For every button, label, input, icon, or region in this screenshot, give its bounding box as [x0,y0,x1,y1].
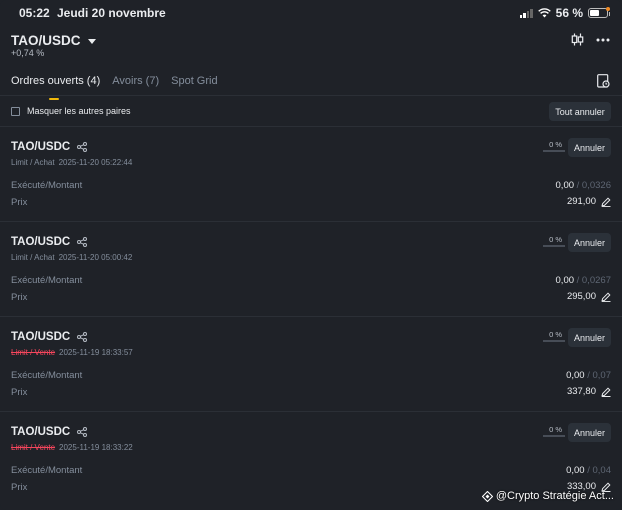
order-fill-percent: 0 % [549,235,562,244]
order-symbol: TAO/USDC [11,426,71,438]
status-date: Jeudi 20 novembre [57,6,166,20]
app-frame: 05:22 Jeudi 20 novembre 56 % TAO/USDC +0… [0,0,622,510]
order-fill-percent: 0 % [549,330,562,339]
order-datetime: 2025-11-20 05:00:42 [58,253,133,262]
hide-other-pairs-checkbox[interactable] [11,106,20,116]
watermark: @Crypto Stratégie Act... [481,490,614,502]
order-fill-bar [543,245,565,247]
share-icon[interactable] [77,332,88,342]
more-icon[interactable] [596,38,610,42]
executed-amount-label: Exécuté/Montant [11,465,83,476]
share-icon[interactable] [77,142,88,152]
watermark-text: @Crypto Stratégie Act... [495,490,614,502]
signal-icon [519,8,533,18]
caret-down-icon [87,38,96,44]
battery-percent: 56 % [555,6,583,20]
pair-title: TAO/USDC [11,33,81,48]
order-tabs: Ordres ouverts (4) Avoirs (7) Spot Grid [11,75,218,100]
cancel-order-button[interactable]: Annuler [568,138,611,157]
order-symbol: TAO/USDC [11,236,71,248]
order-datetime: 2025-11-19 18:33:22 [59,443,133,452]
executed-amount-label: Exécuté/Montant [11,370,83,381]
price-value: 337,80 [566,386,596,397]
price-value: 291,00 [566,196,596,207]
order-fill-bar [543,340,565,342]
order-card: TAO/USDC Limit / Achat 2025-11-20 05:22:4… [0,127,622,222]
order-datetime: 2025-11-19 18:33:57 [59,348,133,357]
cancel-order-button[interactable]: Annuler [568,328,611,347]
cancel-all-button[interactable]: Tout annuler [549,102,611,121]
header-actions [571,33,610,46]
candlestick-icon[interactable] [571,33,584,46]
edit-icon[interactable] [601,386,611,397]
price-value: 295,00 [566,291,596,302]
tab-spot-grid[interactable]: Spot Grid [171,75,217,87]
cancel-order-button[interactable]: Annuler [568,233,611,252]
price-label: Prix [11,292,28,303]
order-card: TAO/USDC Limit / Vente 2025-11-19 18:33:5… [0,317,622,412]
status-right: 56 % [519,6,610,20]
price-label: Prix [11,387,28,398]
executed-value: 0,00 [566,465,585,476]
order-fill-bar [543,150,565,152]
executed-value: 0,00 [555,180,575,191]
privacy-indicator-icon [606,7,610,11]
price-label: Prix [11,482,28,493]
executed-amount-label: Exécuté/Montant [11,275,83,286]
executed-value: 0,00 [566,370,585,381]
pair-selector[interactable]: TAO/USDC [11,33,96,48]
share-icon[interactable] [77,427,88,437]
pair-change: +0,74 % [11,48,45,58]
amount-value: / 0,07 [584,370,611,381]
order-type: Limit / Vente [11,443,56,452]
wifi-icon [537,8,551,18]
tab-open-orders[interactable]: Ordres ouverts (4) [11,75,100,100]
hide-other-pairs-label: Masquer les autres paires [27,106,131,116]
edit-icon[interactable] [601,291,611,302]
status-bar: 05:22 Jeudi 20 novembre 56 % [0,4,622,22]
amount-value: / 0,04 [584,465,611,476]
edit-icon[interactable] [601,196,611,207]
binance-logo-icon [481,490,493,502]
hide-other-pairs-filter[interactable]: Masquer les autres paires [11,106,131,116]
share-icon[interactable] [77,237,88,247]
order-datetime: 2025-11-20 05:22:44 [58,158,133,167]
order-symbol: TAO/USDC [11,141,71,153]
order-card: TAO/USDC Limit / Achat 2025-11-20 05:00:4… [0,222,622,317]
tabs-divider [0,95,622,96]
order-type: Limit / Achat [11,253,55,262]
battery-icon [588,8,610,18]
executed-value: 0,00 [555,275,575,286]
order-fill-percent: 0 % [549,425,562,434]
amount-value: / 0,0267 [574,275,611,286]
executed-amount-label: Exécuté/Montant [11,180,83,191]
cancel-order-button[interactable]: Annuler [568,423,611,442]
tab-holdings[interactable]: Avoirs (7) [112,75,159,87]
order-history-icon[interactable] [597,74,610,88]
order-type: Limit / Achat [11,158,55,167]
price-label: Prix [11,197,28,208]
order-fill-percent: 0 % [549,140,562,149]
amount-value: / 0,0326 [574,180,611,191]
order-symbol: TAO/USDC [11,331,71,343]
order-fill-bar [543,435,565,437]
status-time: 05:22 [19,6,50,20]
order-type: Limit / Vente [11,348,56,357]
